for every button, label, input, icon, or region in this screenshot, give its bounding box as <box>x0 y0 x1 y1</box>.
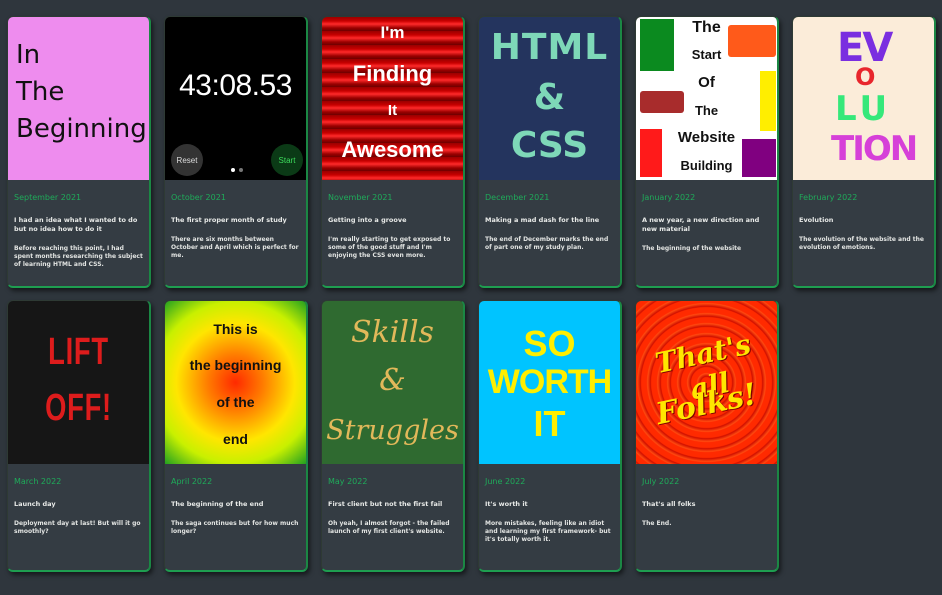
card-date: October 2021 <box>171 193 226 202</box>
image-text: CSS <box>510 125 589 166</box>
card-description: The beginning of the website <box>642 245 742 252</box>
timeline-card-december-2021[interactable]: HTML & CSS December 2021 Making a mad da… <box>478 16 622 288</box>
card-title: Getting into a groove <box>328 216 407 224</box>
card-title: It's worth it <box>485 500 528 508</box>
card-description: Oh yeah, I almost forgot - the failed la… <box>328 520 450 535</box>
image-text: I'm <box>380 23 405 42</box>
card-title: The beginning of the end <box>171 500 264 508</box>
stopwatch-time: 43:08.53 <box>179 69 292 102</box>
card-image: This is the beginning of the end <box>165 301 306 464</box>
image-text: IT <box>533 403 566 444</box>
image-text: Awesome <box>341 137 444 162</box>
reset-icon: Reset <box>171 144 203 176</box>
card-date: June 2022 <box>485 477 526 486</box>
image-text: & <box>533 77 566 118</box>
start-icon: Start <box>271 144 303 176</box>
image-text: TION <box>831 129 918 169</box>
card-image: That's all Folks! <box>636 301 777 464</box>
card-description: The End. <box>642 520 672 527</box>
timeline-card-march-2022[interactable]: LIFT OFF! March 2022 Launch day Deployme… <box>7 300 151 572</box>
timeline-grid: In The Beginning September 2021 I had an… <box>7 16 936 572</box>
image-text: & <box>379 363 406 398</box>
timeline-card-september-2021[interactable]: In The Beginning September 2021 I had an… <box>7 16 151 288</box>
image-text: Start <box>691 47 722 62</box>
card-description: More mistakes, feeling like an idiot and… <box>485 520 611 543</box>
timeline-card-october-2021[interactable]: 43:08.53 Reset Start October 2021 The fi… <box>164 16 308 288</box>
card-image: I'm Finding It Awesome <box>322 17 463 180</box>
image-text: WORTH <box>487 363 612 401</box>
card-title: That's all folks <box>642 500 696 508</box>
card-image: Skills & Struggles <box>322 301 463 464</box>
card-title: The first proper month of study <box>171 216 287 224</box>
image-text: Building <box>680 158 733 173</box>
image-text: SO <box>523 323 576 364</box>
timeline-card-november-2021[interactable]: I'm Finding It Awesome November 2021 Get… <box>321 16 465 288</box>
card-description: There are six months between October and… <box>171 236 299 259</box>
card-description: The evolution of the website and the evo… <box>799 236 924 251</box>
card-date: January 2022 <box>642 193 696 202</box>
card-description: The end of December marks the end of par… <box>485 236 609 251</box>
card-date: February 2022 <box>799 193 858 202</box>
timeline-card-january-2022[interactable]: The Start Of The Website Building Januar… <box>635 16 779 288</box>
card-image: The Start Of The Website Building <box>636 17 777 180</box>
image-text: Website <box>677 129 736 146</box>
image-text: The <box>694 103 719 118</box>
card-title: Making a mad dash for the line <box>485 216 600 224</box>
card-image: HTML & CSS <box>479 17 620 180</box>
timeline-card-april-2022[interactable]: This is the beginning of the end April 2… <box>164 300 308 572</box>
card-date: April 2022 <box>171 477 213 486</box>
image-text: The <box>692 19 721 36</box>
card-image: LIFT OFF! <box>8 301 149 464</box>
card-date: May 2022 <box>328 477 368 486</box>
card-image: EV O LU TION <box>793 17 934 180</box>
image-text: OFF! <box>45 387 112 429</box>
image-text: It <box>387 102 398 119</box>
image-text: the beginning <box>189 357 282 373</box>
timeline-card-july-2022[interactable]: That's all Folks! July 2022 That's all f… <box>635 300 779 572</box>
image-text: Finding <box>352 61 433 86</box>
card-description: The saga continues but for how much long… <box>171 520 299 535</box>
image-text: In The Beginning <box>16 40 147 144</box>
image-text: Of <box>698 74 715 91</box>
image-text: LIFT <box>48 331 109 373</box>
card-image: In The Beginning <box>8 17 149 180</box>
card-title: Evolution <box>799 216 834 224</box>
card-title: I had an idea what I wanted to do but no… <box>14 216 138 233</box>
timeline-card-june-2022[interactable]: SO WORTH IT June 2022 It's worth it More… <box>478 300 622 572</box>
card-description: Deployment day at last! But will it go s… <box>14 520 141 535</box>
card-title: Launch day <box>14 500 56 508</box>
image-text: HTML <box>490 27 609 68</box>
image-text: This is <box>213 321 258 337</box>
timeline-card-may-2022[interactable]: Skills & Struggles May 2022 First client… <box>321 300 465 572</box>
card-description: I'm really starting to get exposed to so… <box>328 236 451 259</box>
card-date: December 2021 <box>485 193 550 202</box>
card-date: July 2022 <box>642 477 680 486</box>
page-dots-icon <box>231 157 243 176</box>
card-date: March 2022 <box>14 477 62 486</box>
card-title: A new year, a new direction and new mate… <box>642 216 760 233</box>
card-image: SO WORTH IT <box>479 301 620 464</box>
image-text: of the <box>216 394 255 410</box>
image-text: LU <box>835 89 892 129</box>
card-date: September 2021 <box>14 193 82 202</box>
card-date: November 2021 <box>328 193 393 202</box>
image-text: Struggles <box>326 415 459 446</box>
timeline-card-february-2022[interactable]: EV O LU TION February 2022 Evolution The… <box>792 16 936 288</box>
card-description: Before reaching this point, I had spent … <box>14 245 143 268</box>
image-text: Skills <box>351 315 434 350</box>
image-text: end <box>223 431 248 447</box>
image-text: O <box>855 63 876 91</box>
card-image: 43:08.53 Reset Start <box>165 17 306 180</box>
card-title: First client but not the first fail <box>328 500 443 508</box>
